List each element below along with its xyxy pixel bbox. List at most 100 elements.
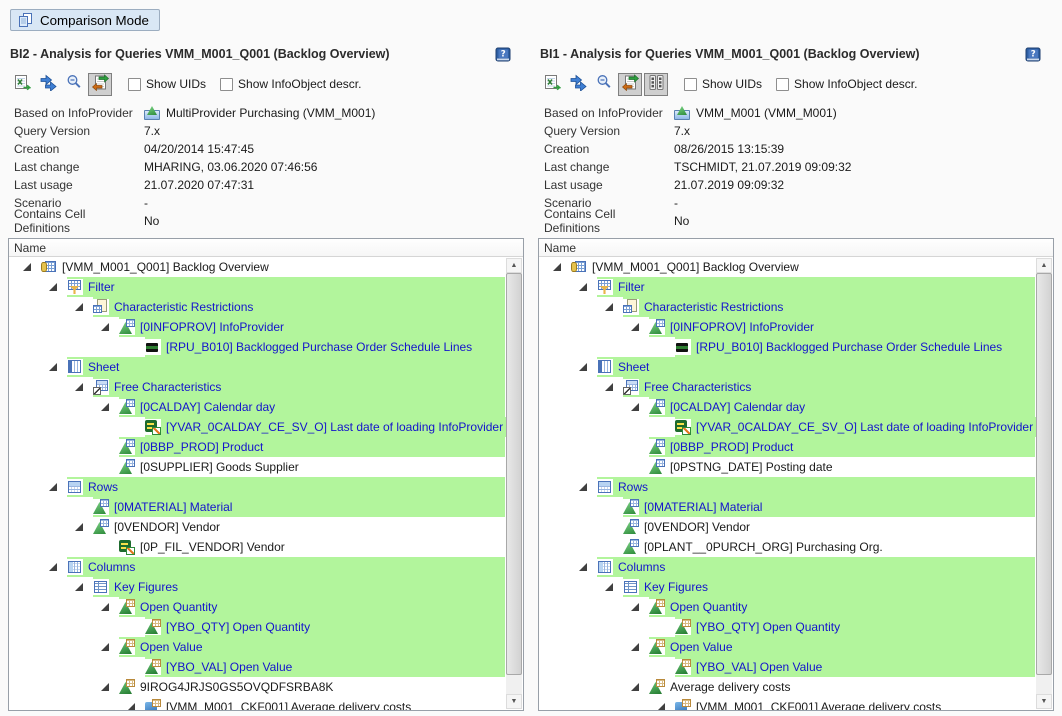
tree-item[interactable]: Open Value <box>539 637 1035 657</box>
vertical-scrollbar[interactable]: ▲ ▼ <box>506 258 522 709</box>
tree-item[interactable]: Rows <box>9 477 505 497</box>
compare-transfer-button[interactable] <box>88 73 112 96</box>
expanded-triangle-icon[interactable] <box>49 283 57 291</box>
expanded-triangle-icon[interactable] <box>101 643 109 651</box>
expanded-triangle-icon[interactable] <box>631 683 639 691</box>
expanded-triangle-icon[interactable] <box>579 283 587 291</box>
expanded-triangle-icon[interactable] <box>101 603 109 611</box>
tree-item[interactable]: [0CALDAY] Calendar day <box>9 397 505 417</box>
tree-item[interactable]: [0INFOPROV] InfoProvider <box>539 317 1035 337</box>
scroll-thumb[interactable] <box>1036 273 1052 675</box>
tree-item[interactable]: Key Figures <box>539 577 1035 597</box>
vertical-scrollbar[interactable]: ▲ ▼ <box>1036 258 1052 709</box>
expanded-triangle-icon[interactable] <box>631 323 639 331</box>
comparison-mode-button[interactable]: Comparison Mode <box>10 9 160 31</box>
compare-transfer-button[interactable] <box>618 73 642 96</box>
tree-item[interactable]: [VMM_M001_Q001] Backlog Overview <box>539 257 1035 277</box>
expanded-triangle-icon[interactable] <box>75 303 83 311</box>
expanded-triangle-icon[interactable] <box>605 383 613 391</box>
tree-item[interactable]: [0PLANT__0PURCH_ORG] Purchasing Org. <box>539 537 1035 557</box>
tree-item[interactable]: [YBO_QTY] Open Quantity <box>9 617 505 637</box>
expanded-triangle-icon[interactable] <box>579 563 587 571</box>
transfer-button[interactable] <box>36 73 60 96</box>
tree-item[interactable]: [0MATERIAL] Material <box>9 497 505 517</box>
tree-item[interactable]: [0VENDOR] Vendor <box>9 517 505 537</box>
tree-item[interactable]: Free Characteristics <box>9 377 505 397</box>
tree-column-header[interactable]: Name <box>539 239 1053 257</box>
expanded-triangle-icon[interactable] <box>101 683 109 691</box>
tree-item[interactable]: Sheet <box>9 357 505 377</box>
expanded-triangle-icon[interactable] <box>631 643 639 651</box>
show-uids-checkbox[interactable] <box>128 78 141 91</box>
transfer-button[interactable] <box>566 73 590 96</box>
tree-item[interactable]: [YVAR_0CALDAY_CE_SV_O] Last date of load… <box>539 417 1035 437</box>
expanded-triangle-icon[interactable] <box>605 303 613 311</box>
expanded-triangle-icon[interactable] <box>49 363 57 371</box>
tree-item[interactable]: [VMM_M001_Q001] Backlog Overview <box>9 257 505 277</box>
tree-item[interactable]: [0BBP_PROD] Product <box>539 437 1035 457</box>
tree-item[interactable]: [YVAR_0CALDAY_CE_SV_O] Last date of load… <box>9 417 505 437</box>
tree-item[interactable]: Sheet <box>539 357 1035 377</box>
tree-column-header[interactable]: Name <box>9 239 523 257</box>
tree-item[interactable]: [VMM_M001_CKF001] Average delivery costs <box>539 697 1035 711</box>
zoom-button[interactable] <box>592 73 616 96</box>
expanded-triangle-icon[interactable] <box>75 383 83 391</box>
tree-item[interactable]: [0PSTNG_DATE] Posting date <box>539 457 1035 477</box>
tree-item[interactable]: [0SUPPLIER] Goods Supplier <box>9 457 505 477</box>
expanded-triangle-icon[interactable] <box>553 263 561 271</box>
expanded-triangle-icon[interactable] <box>579 483 587 491</box>
expanded-triangle-icon[interactable] <box>631 603 639 611</box>
expanded-triangle-icon[interactable] <box>75 583 83 591</box>
tree-item[interactable]: Rows <box>539 477 1035 497</box>
tree-item[interactable]: Open Quantity <box>9 597 505 617</box>
show-uids-checkbox[interactable] <box>684 78 697 91</box>
help-icon[interactable]: ? <box>1025 46 1042 63</box>
scroll-thumb[interactable] <box>506 273 522 675</box>
tree-item[interactable]: Open Quantity <box>539 597 1035 617</box>
tree-item[interactable]: Filter <box>9 277 505 297</box>
tree-item[interactable]: Key Figures <box>9 577 505 597</box>
show-infoobject-checkbox[interactable] <box>776 78 789 91</box>
expanded-triangle-icon[interactable] <box>75 523 83 531</box>
scroll-down-button[interactable]: ▼ <box>1036 694 1052 709</box>
tree-item[interactable]: [YBO_VAL] Open Value <box>539 657 1035 677</box>
tree-item[interactable]: Average delivery costs <box>539 677 1035 697</box>
expanded-triangle-icon[interactable] <box>49 483 57 491</box>
tree-item[interactable]: [VMM_M001_CKF001] Average delivery costs <box>9 697 505 711</box>
tree-item[interactable]: [YBO_QTY] Open Quantity <box>539 617 1035 637</box>
expanded-triangle-icon[interactable] <box>49 563 57 571</box>
help-icon[interactable]: ? <box>495 46 512 63</box>
scroll-down-button[interactable]: ▼ <box>506 694 522 709</box>
tree-item[interactable]: [RPU_B010] Backlogged Purchase Order Sch… <box>9 337 505 357</box>
export-excel-button[interactable] <box>540 73 564 96</box>
tree-item[interactable]: Filter <box>539 277 1035 297</box>
scroll-up-button[interactable]: ▲ <box>506 258 522 273</box>
scroll-up-button[interactable]: ▲ <box>1036 258 1052 273</box>
show-infoobject-checkbox[interactable] <box>220 78 233 91</box>
layout-grid-button[interactable] <box>644 73 668 96</box>
tree-item[interactable]: Columns <box>539 557 1035 577</box>
tree-item[interactable]: Open Value <box>9 637 505 657</box>
tree-item[interactable]: Columns <box>9 557 505 577</box>
expanded-triangle-icon[interactable] <box>631 403 639 411</box>
expanded-triangle-icon[interactable] <box>101 323 109 331</box>
tree-item[interactable]: Characteristic Restrictions <box>539 297 1035 317</box>
tree-item[interactable]: Characteristic Restrictions <box>9 297 505 317</box>
expanded-triangle-icon[interactable] <box>657 703 665 711</box>
tree-item[interactable]: [RPU_B010] Backlogged Purchase Order Sch… <box>539 337 1035 357</box>
expanded-triangle-icon[interactable] <box>23 263 31 271</box>
tree-item[interactable]: 9IROG4JRJS0GS5OVQDFSRBA8K <box>9 677 505 697</box>
export-excel-button[interactable] <box>10 73 34 96</box>
tree-item[interactable]: [0CALDAY] Calendar day <box>539 397 1035 417</box>
tree-item[interactable]: [0BBP_PROD] Product <box>9 437 505 457</box>
tree-item[interactable]: [0INFOPROV] InfoProvider <box>9 317 505 337</box>
tree-item[interactable]: [YBO_VAL] Open Value <box>9 657 505 677</box>
expanded-triangle-icon[interactable] <box>101 403 109 411</box>
expanded-triangle-icon[interactable] <box>579 363 587 371</box>
tree-item[interactable]: Free Characteristics <box>539 377 1035 397</box>
expanded-triangle-icon[interactable] <box>605 583 613 591</box>
zoom-button[interactable] <box>62 73 86 96</box>
tree-item[interactable]: [0VENDOR] Vendor <box>539 517 1035 537</box>
tree-item[interactable]: [0MATERIAL] Material <box>539 497 1035 517</box>
tree-item[interactable]: [0P_FIL_VENDOR] Vendor <box>9 537 505 557</box>
